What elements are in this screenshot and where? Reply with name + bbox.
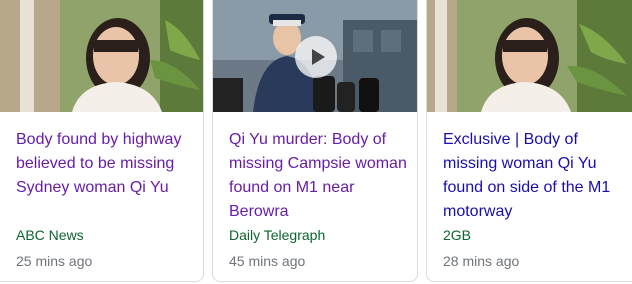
news-thumbnail[interactable] (427, 0, 632, 112)
news-headline-link[interactable]: Body found by highway believed to be mis… (16, 128, 193, 200)
news-headline-link[interactable]: Qi Yu murder: Body of missing Campsie wo… (229, 128, 407, 224)
news-timestamp: 25 mins ago (16, 253, 93, 269)
video-play-button[interactable] (295, 36, 337, 78)
news-card[interactable]: Qi Yu murder: Body of missing Campsie wo… (212, 0, 418, 282)
news-thumbnail[interactable] (213, 0, 417, 112)
news-thumbnail[interactable] (0, 0, 203, 112)
news-carousel: Body found by highway believed to be mis… (0, 0, 632, 284)
news-source: Daily Telegraph (229, 227, 326, 243)
news-source: ABC News (16, 227, 84, 243)
news-timestamp: 45 mins ago (229, 253, 306, 269)
news-headline-link[interactable]: Exclusive | Body of missing woman Qi Yu … (443, 128, 622, 224)
news-card[interactable]: Exclusive | Body of missing woman Qi Yu … (426, 0, 632, 282)
portrait-photo-icon (0, 0, 203, 112)
news-card[interactable]: Body found by highway believed to be mis… (0, 0, 204, 282)
play-icon (312, 49, 325, 65)
portrait-photo-icon (427, 0, 632, 112)
news-timestamp: 28 mins ago (443, 253, 520, 269)
news-source: 2GB (443, 227, 472, 243)
